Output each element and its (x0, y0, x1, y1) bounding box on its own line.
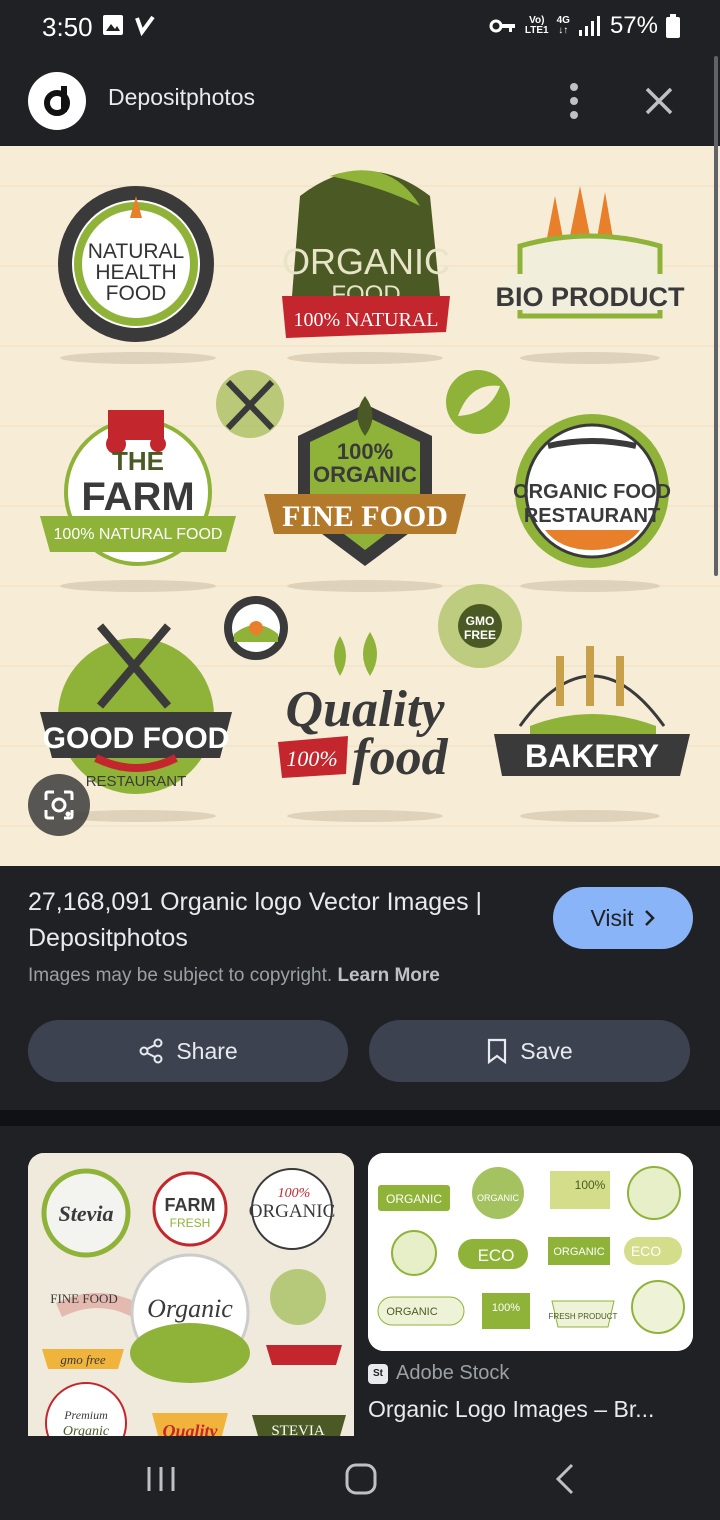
svg-text:100%: 100% (575, 1178, 606, 1192)
result-info-panel: 27,168,091 Organic logo Vector Images | … (0, 866, 720, 1110)
result-title[interactable]: 27,168,091 Organic logo Vector Images | … (28, 884, 508, 956)
svg-text:FREE: FREE (464, 628, 496, 642)
lens-search-icon (44, 790, 74, 820)
close-button[interactable] (638, 80, 680, 122)
related-thumbnail-left[interactable]: Stevia FARM FRESH 100% ORGANIC FINE FOOD… (28, 1153, 354, 1436)
svg-text:ORGANIC: ORGANIC (313, 462, 417, 487)
svg-text:100% NATURAL FOOD: 100% NATURAL FOOD (54, 526, 223, 543)
organic-logos-illustration: NATURAL HEALTH FOOD ORGANIC FOOD 100% NA… (0, 146, 720, 866)
data-type-indicator: 4G ↓↑ (556, 15, 570, 36)
site-logo[interactable] (28, 72, 86, 130)
share-button[interactable]: Share (28, 1020, 348, 1082)
svg-text:100%: 100% (492, 1302, 520, 1314)
more-options-button[interactable] (556, 78, 592, 124)
svg-text:HEALTH: HEALTH (95, 261, 176, 284)
save-button[interactable]: Save (369, 1020, 690, 1082)
svg-text:100% NATURAL: 100% NATURAL (294, 309, 439, 331)
signal-icon (578, 16, 600, 36)
svg-text:ECO: ECO (631, 1243, 661, 1259)
scrollbar[interactable] (714, 56, 718, 576)
check-notification-icon (135, 15, 155, 36)
site-name[interactable]: Depositphotos (108, 84, 255, 111)
recent-apps-button[interactable] (144, 1464, 178, 1494)
depositphotos-logo-icon (44, 86, 70, 116)
svg-text:food: food (352, 729, 448, 786)
svg-text:GOOD FOOD: GOOD FOOD (43, 722, 230, 755)
source-name: Adobe Stock (396, 1362, 510, 1384)
svg-text:BIO PRODUCT: BIO PRODUCT (496, 282, 686, 312)
svg-text:ORGANIC: ORGANIC (249, 1201, 336, 1222)
svg-text:Organic: Organic (63, 1424, 110, 1436)
svg-text:ECO: ECO (478, 1246, 515, 1265)
field-sun-emblem (224, 596, 288, 660)
related-images: Stevia FARM FRESH 100% ORGANIC FINE FOOD… (0, 1126, 720, 1436)
google-lens-button[interactable] (28, 774, 90, 836)
more-vert-icon (570, 83, 578, 119)
section-divider (0, 1110, 720, 1126)
battery-percent: 57% (609, 12, 658, 39)
svg-text:Premium: Premium (63, 1408, 108, 1422)
copyright-notice: Images may be subject to copyright. Lear… (28, 965, 440, 986)
svg-text:100%: 100% (337, 439, 393, 464)
status-bar: 3:50 Vo) LTE1 4G ↓↑ 57% (0, 0, 720, 56)
back-chevron-icon (555, 1463, 574, 1495)
recent-apps-icon (147, 1467, 175, 1491)
svg-text:ORGANIC: ORGANIC (386, 1192, 442, 1206)
home-button[interactable] (344, 1462, 378, 1496)
share-icon (139, 1038, 163, 1064)
preview-image[interactable]: NATURAL HEALTH FOOD ORGANIC FOOD 100% NA… (0, 146, 720, 866)
svg-text:FINE FOOD: FINE FOOD (282, 500, 448, 533)
visit-label: Visit (590, 904, 634, 931)
svg-text:THE: THE (112, 446, 164, 476)
svg-text:STEVIA: STEVIA (271, 1423, 324, 1436)
svg-text:FARM: FARM (165, 1195, 216, 1215)
svg-text:RESTAURANT: RESTAURANT (524, 505, 660, 527)
learn-more-link[interactable]: Learn More (337, 965, 439, 986)
visit-button[interactable]: Visit (553, 887, 693, 949)
chevron-right-icon (644, 910, 655, 926)
svg-text:FINE FOOD: FINE FOOD (50, 1291, 118, 1306)
vpn-key-icon (489, 19, 515, 33)
volte-indicator: Vo) LTE1 (524, 15, 549, 36)
close-icon (645, 87, 673, 115)
svg-text:ORGANIC: ORGANIC (553, 1246, 604, 1258)
back-button[interactable] (550, 1462, 580, 1496)
home-icon (345, 1463, 377, 1495)
svg-text:ORGANIC: ORGANIC (282, 241, 450, 282)
status-time: 3:50 (42, 12, 93, 42)
badge-natural-health: NATURAL HEALTH FOOD (58, 186, 214, 342)
bookmark-icon (488, 1038, 507, 1064)
svg-text:RESTAURANT: RESTAURANT (86, 773, 187, 790)
svg-text:FRESH: FRESH (170, 1216, 211, 1230)
gallery-icon (103, 15, 123, 35)
svg-text:Organic: Organic (147, 1294, 233, 1323)
badge-organic-food: ORGANIC FOOD 100% NATURAL (282, 170, 450, 338)
leaf-circle-emblem (446, 370, 510, 434)
svg-text:Quality: Quality (162, 1421, 218, 1436)
related-thumbnail-right[interactable]: ORGANIC ORGANIC 100% ECO ORGANIC ECO ORG… (368, 1153, 693, 1351)
svg-text:NATURAL: NATURAL (88, 240, 184, 263)
fork-knife-leaf-emblem (216, 370, 284, 438)
related-source[interactable]: St Adobe Stock (368, 1362, 509, 1385)
svg-text:ORGANIC FOOD: ORGANIC FOOD (513, 481, 671, 503)
system-navigation-bar (0, 1436, 720, 1520)
battery-icon (666, 14, 680, 38)
badge-gmo-free: GMO FREE (438, 584, 522, 668)
svg-text:BAKERY: BAKERY (525, 738, 659, 774)
svg-text:100%: 100% (278, 1186, 311, 1201)
share-label: Share (176, 1037, 238, 1064)
svg-text:100%: 100% (286, 746, 337, 771)
svg-text:ORGANIC: ORGANIC (386, 1306, 437, 1318)
viewer-header: Depositphotos (0, 56, 720, 146)
svg-text:FRESH PRODUCT: FRESH PRODUCT (549, 1312, 618, 1321)
save-label: Save (520, 1037, 573, 1064)
svg-text:FOOD: FOOD (106, 282, 167, 305)
svg-text:Stevia: Stevia (59, 1201, 114, 1226)
adobe-stock-favicon-icon: St (368, 1363, 388, 1384)
svg-text:gmo free: gmo free (60, 1352, 106, 1367)
svg-text:ORGANIC: ORGANIC (477, 1193, 520, 1203)
svg-text:FARM: FARM (81, 475, 194, 519)
svg-text:GMO: GMO (466, 614, 495, 628)
related-title[interactable]: Organic Logo Images – Br... (368, 1396, 688, 1423)
